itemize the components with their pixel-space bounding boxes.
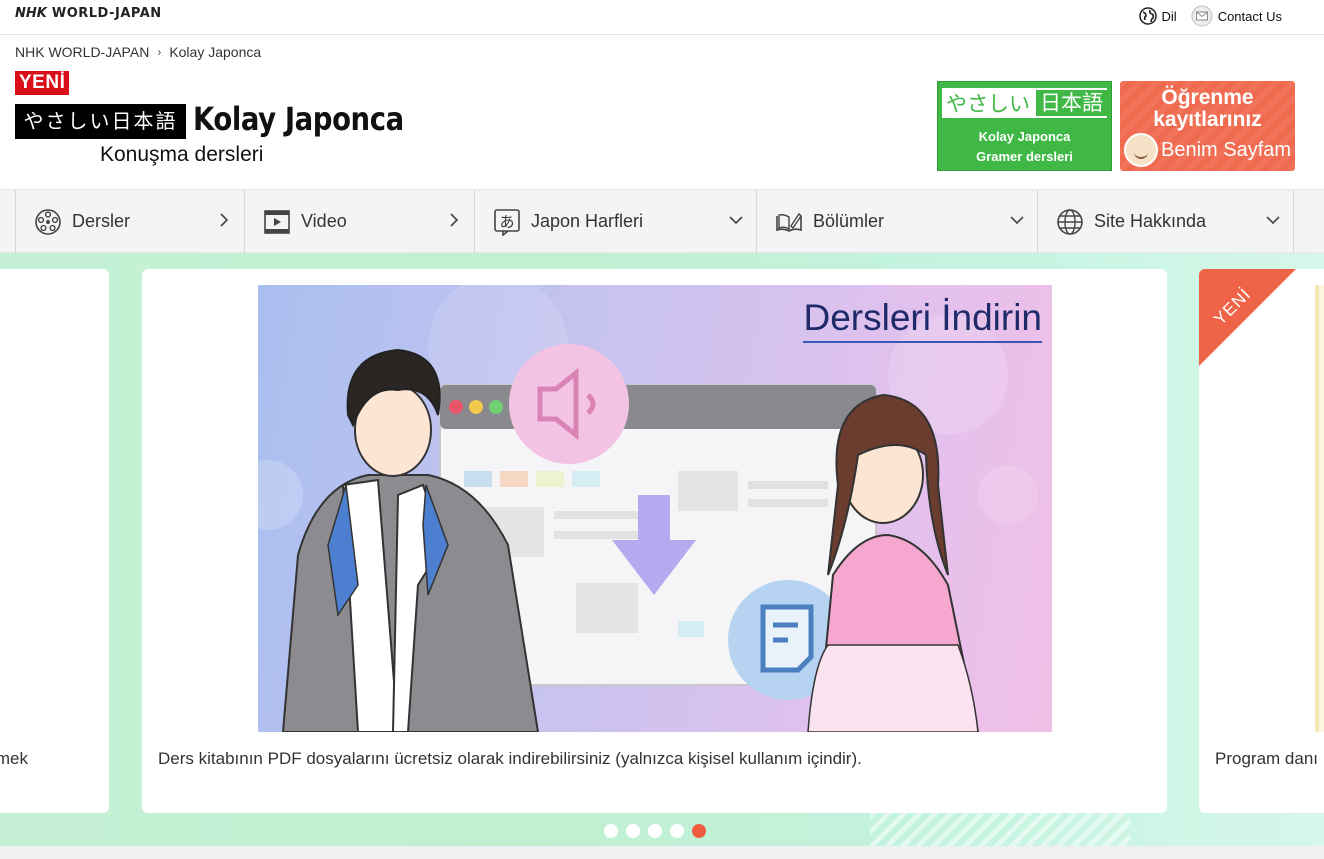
nav-item-japon-harfleri[interactable]: あ Japon Harfleri — [474, 190, 756, 254]
nav-item-site-hakkinda[interactable]: Site Hakkında — [1037, 190, 1294, 254]
breadcrumb-separator-icon: › — [157, 45, 162, 59]
nav-label-japon-harfleri: Japon Harfleri — [531, 211, 644, 231]
chevron-right-icon — [450, 213, 459, 227]
breadcrumb-current[interactable]: Kolay Japonca — [169, 44, 261, 60]
language-link[interactable]: Dil — [1138, 7, 1177, 25]
slide-caption-previous: mek — [0, 749, 28, 768]
slide-title: Dersleri İndirin — [803, 297, 1042, 343]
bottom-strip — [0, 846, 1324, 859]
contact-link[interactable]: Contact Us — [1191, 5, 1282, 27]
chevron-down-icon — [729, 216, 743, 225]
download-lessons-illustration[interactable]: Dersleri İndirin — [258, 285, 1052, 732]
nav-label-site-hakkinda: Site Hakkında — [1094, 211, 1207, 231]
new-badge: YENİ — [15, 71, 70, 95]
breadcrumb-home[interactable]: NHK WORLD-JAPAN — [15, 44, 149, 60]
my-page-banner-line1: Öğrenme — [1161, 86, 1254, 109]
slide-caption-current: Ders kitabının PDF dosyalarını ücretsiz … — [158, 749, 862, 768]
book-icon — [776, 212, 802, 232]
nav-item-dersler[interactable]: Dersler — [15, 190, 244, 254]
logo-title[interactable]: Kolay Japonca — [193, 100, 404, 138]
carousel-dot-4[interactable] — [670, 824, 684, 838]
nav-label-bolumler: Bölümler — [813, 211, 885, 231]
chevron-right-icon — [220, 213, 229, 227]
logo-subtitle: Konuşma dersleri — [100, 143, 264, 166]
my-page-banner-line2: kayıtlarınız — [1153, 108, 1262, 131]
carousel-slide-next[interactable]: YENİ Program danı — [1199, 269, 1324, 813]
mail-icon — [1191, 5, 1213, 27]
carousel-dot-1[interactable] — [604, 824, 618, 838]
grammar-banner-jp-a: やさしい — [946, 92, 1030, 116]
grammar-lessons-banner[interactable]: やさしい 日本語 Kolay Japonca Gramer dersleri — [937, 81, 1112, 171]
logo-japanese-text[interactable]: やさしい日本語 — [15, 104, 186, 139]
globe-icon — [1138, 7, 1157, 25]
carousel-slide-previous[interactable]: mek — [0, 269, 109, 813]
grammar-banner-jp-b: 日本語 — [1036, 90, 1107, 116]
carousel: mek Dersleri İndirin Ders kitabının PDF … — [0, 253, 1324, 846]
top-bar: NHK WORLD-JAPAN Dil Contact Us — [0, 0, 1324, 35]
nav-item-bolumler[interactable]: Bölümler — [756, 190, 1037, 254]
carousel-dot-5[interactable] — [692, 824, 706, 838]
new-ribbon-label: YENİ — [1210, 284, 1255, 329]
main-nav: Dersler Video あ Japon Harfleri Bölümler … — [0, 189, 1324, 254]
carousel-slide-current[interactable]: Dersleri İndirin Ders kitabının PDF dosy… — [142, 269, 1167, 813]
japanese-letters-icon: あ — [494, 209, 520, 236]
svg-text:あ: あ — [499, 213, 514, 231]
contact-label: Contact Us — [1217, 8, 1282, 24]
my-page-banner-line3: Benim Sayfam — [1161, 139, 1292, 161]
grammar-banner-line2: Gramer dersleri — [976, 149, 1073, 164]
brand-nhk: NHK — [15, 6, 47, 21]
carousel-dot-2[interactable] — [626, 824, 640, 838]
nav-label-dersler: Dersler — [72, 211, 131, 231]
carousel-dot-3[interactable] — [648, 824, 662, 838]
language-label: Dil — [1161, 8, 1177, 24]
carousel-dots — [604, 824, 706, 838]
illustration-art — [258, 285, 1038, 732]
slide-caption-next: Program danı — [1215, 749, 1318, 768]
grammar-banner-line1: Kolay Japonca — [978, 129, 1071, 144]
nav-item-video[interactable]: Video — [244, 190, 474, 254]
new-ribbon: YENİ — [1199, 269, 1296, 366]
character-face-icon — [1124, 133, 1158, 167]
top-links: Dil Contact Us — [1138, 5, 1282, 27]
my-page-banner[interactable]: Öğrenme kayıtlarınız Benim Sayfam — [1120, 81, 1295, 171]
breadcrumb: NHK WORLD-JAPAN › Kolay Japonca — [15, 44, 261, 60]
chevron-down-icon — [1010, 216, 1024, 225]
video-icon — [264, 210, 290, 234]
nhk-world-logo[interactable]: NHK WORLD-JAPAN — [15, 6, 162, 21]
globe-icon — [1057, 209, 1083, 235]
lessons-icon — [35, 209, 61, 235]
chevron-down-icon — [1266, 216, 1280, 225]
grammar-banner-jp: やさしい 日本語 — [942, 88, 1107, 118]
nav-label-video: Video — [301, 211, 347, 231]
next-slide-image — [1315, 285, 1324, 732]
brand-world-japan: WORLD-JAPAN — [51, 6, 162, 21]
